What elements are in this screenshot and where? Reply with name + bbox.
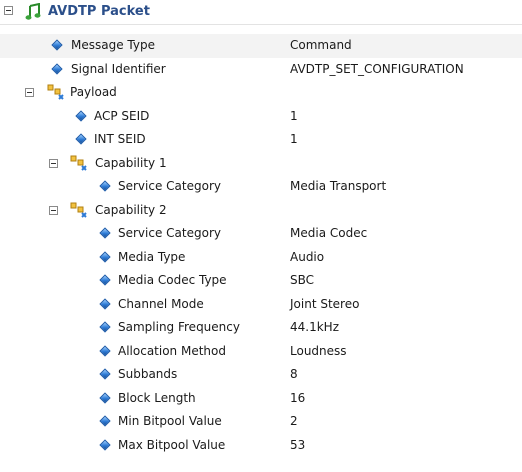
field-label: Media Type (118, 249, 186, 264)
field-icon (99, 368, 111, 380)
field-icon (99, 344, 111, 357)
field-icon (99, 415, 111, 427)
collapse-toggle-capability-2[interactable] (49, 205, 58, 215)
tree-node-capability-2[interactable]: Capability 2 (0, 199, 522, 223)
field-value: Command (290, 38, 352, 52)
field-value: 1 (290, 108, 298, 123)
field-icon (99, 438, 111, 451)
field-row-subbands[interactable]: Subbands 8 (0, 363, 522, 387)
field-row-acp-seid[interactable]: ACP SEID 1 (0, 105, 522, 129)
field-icon (99, 274, 111, 286)
field-label: Subbands (118, 367, 178, 381)
field-label: Max Bitpool Value (118, 437, 226, 452)
music-note-icon (25, 3, 41, 20)
field-icon (75, 109, 87, 122)
field-icon (99, 180, 111, 192)
protocol-group-icon (70, 202, 87, 218)
field-value: Media Codec (290, 226, 368, 240)
field-label: Signal Identifier (71, 61, 166, 76)
field-value: Audio (290, 249, 325, 264)
field-row-service-category[interactable]: Service Category Media Codec (0, 222, 522, 246)
tree-node-label: Capability 2 (95, 202, 167, 217)
tree-node-title: AVDTP Packet (48, 4, 150, 19)
field-row-message-type[interactable]: Message Type Command (0, 34, 522, 58)
field-row-allocation-method[interactable]: Allocation Method Loudness (0, 340, 522, 364)
field-icon (75, 133, 87, 145)
collapse-toggle-avdtp-packet[interactable] (4, 6, 13, 15)
protocol-group-icon (47, 84, 64, 100)
field-row-media-type[interactable]: Media Type Audio (0, 246, 522, 270)
field-label: Channel Mode (118, 296, 204, 311)
field-value: Media Transport (290, 179, 387, 193)
field-row-block-length[interactable]: Block Length 16 (0, 387, 522, 411)
tree-node-capability-1[interactable]: Capability 1 (0, 152, 522, 176)
field-value: AVDTP_SET_CONFIGURATION (290, 61, 464, 76)
field-label: Media Codec Type (118, 273, 227, 287)
field-icon (99, 297, 111, 310)
field-row-service-category[interactable]: Service Category Media Transport (0, 175, 522, 199)
field-value: 1 (290, 132, 298, 146)
field-label: ACP SEID (94, 108, 150, 123)
field-label: Sampling Frequency (118, 320, 240, 334)
field-icon (99, 321, 111, 333)
protocol-group-icon (70, 155, 87, 171)
field-value: 2 (290, 414, 298, 428)
tree-node-label: Capability 1 (95, 155, 167, 170)
field-value: 8 (290, 367, 298, 381)
field-icon (51, 39, 63, 51)
field-value: 44.1kHz (290, 320, 339, 334)
field-value: Loudness (290, 343, 347, 358)
collapse-toggle-capability-1[interactable] (49, 158, 58, 168)
field-label: Block Length (118, 390, 196, 405)
field-value: Joint Stereo (290, 296, 360, 311)
tree-node-avdtp-packet[interactable]: AVDTP Packet (0, 0, 522, 25)
field-label: Min Bitpool Value (118, 414, 222, 428)
field-label: Allocation Method (118, 343, 226, 358)
field-value: 53 (290, 437, 306, 452)
field-row-sampling-frequency[interactable]: Sampling Frequency 44.1kHz (0, 316, 522, 340)
field-icon (99, 250, 111, 263)
field-label: Service Category (118, 226, 221, 240)
field-value: SBC (290, 273, 315, 287)
tree-node-label: Payload (70, 85, 117, 99)
field-row-channel-mode[interactable]: Channel Mode Joint Stereo (0, 293, 522, 317)
collapse-toggle-payload[interactable] (25, 88, 34, 97)
field-value: 16 (290, 390, 306, 405)
field-row-int-seid[interactable]: INT SEID 1 (0, 128, 522, 152)
field-icon (51, 62, 63, 75)
field-icon (99, 227, 111, 239)
tree-node-payload[interactable]: Payload (0, 81, 522, 105)
field-label: Message Type (71, 38, 155, 52)
field-row-signal-identifier[interactable]: Signal Identifier AVDTP_SET_CONFIGURATIO… (0, 58, 522, 82)
field-icon (99, 391, 111, 404)
field-label: INT SEID (94, 132, 146, 146)
packet-tree: AVDTP Packet Message Type Command Signal… (0, 0, 522, 472)
field-row-media-codec-type[interactable]: Media Codec Type SBC (0, 269, 522, 293)
field-row-min-bitpool-value[interactable]: Min Bitpool Value 2 (0, 410, 522, 434)
field-row-max-bitpool-value[interactable]: Max Bitpool Value 53 (0, 434, 522, 458)
field-label: Service Category (118, 179, 221, 193)
